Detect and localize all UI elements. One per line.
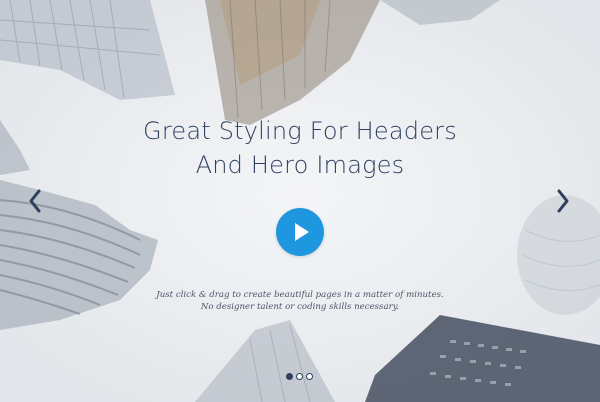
hero-section: Great Styling For Headers And Hero Image… xyxy=(0,0,600,402)
hero-subtitle-line-1: Just click & drag to create beautiful pa… xyxy=(156,290,444,300)
slider-pagination xyxy=(286,373,313,383)
play-icon xyxy=(295,223,309,241)
slide-dot-1[interactable] xyxy=(286,373,293,380)
next-slide-button[interactable] xyxy=(552,186,574,216)
hero-background-image xyxy=(0,0,600,402)
slide-dot-2[interactable] xyxy=(296,373,303,380)
hero-subtitle-line-2: No designer talent or coding skills nece… xyxy=(200,302,400,312)
slide-dot-3[interactable] xyxy=(306,373,313,380)
play-video-button[interactable] xyxy=(276,208,324,256)
previous-slide-button[interactable] xyxy=(24,186,46,216)
hero-subtitle: Just click & drag to create beautiful pa… xyxy=(0,289,600,313)
chevron-right-icon xyxy=(557,189,569,213)
hero-headline-line-2: And Hero Images xyxy=(195,151,405,179)
hero-headline-line-1: Great Styling For Headers xyxy=(143,117,457,145)
chevron-left-icon xyxy=(29,189,41,213)
hero-headline: Great Styling For Headers And Hero Image… xyxy=(0,114,600,182)
